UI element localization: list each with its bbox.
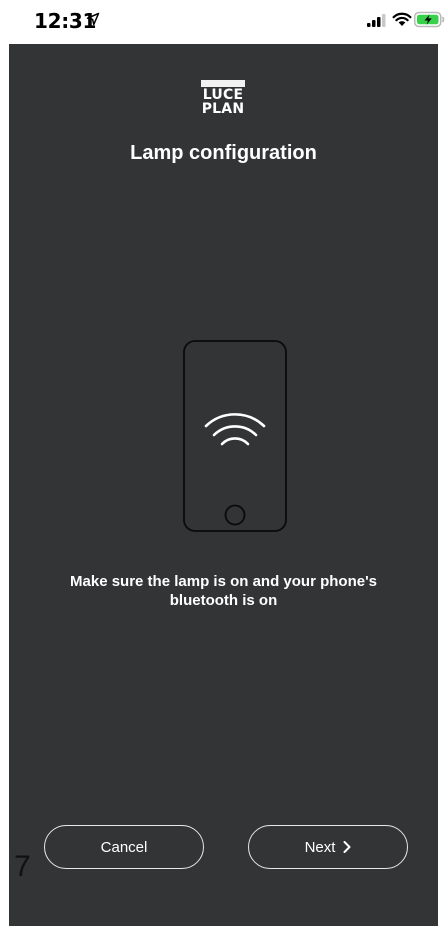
battery-charging-icon [414, 11, 445, 28]
logo-line-2: PLAN [201, 101, 245, 117]
phone-bluetooth-icon [183, 340, 287, 532]
next-button[interactable]: Next [248, 825, 408, 869]
instruction-text: Make sure the lamp is on and your phone'… [70, 573, 377, 609]
location-arrow-icon [86, 12, 100, 26]
logo-bar [201, 80, 245, 87]
cellular-signal-icon [367, 14, 386, 27]
cancel-button[interactable]: Cancel [44, 825, 204, 869]
page-number: 7 [14, 850, 31, 883]
status-bar: 12:31 [0, 0, 447, 44]
cancel-label: Cancel [100, 838, 148, 856]
next-label: Next [304, 838, 336, 856]
wifi-icon [392, 12, 412, 26]
page-title: Lamp configuration [130, 142, 317, 164]
logo-line-1: LUCE [202, 87, 244, 103]
luceplan-logo: LUCE PLAN [201, 80, 245, 116]
chevron-right-icon [343, 841, 351, 853]
app-screen: LUCE PLAN Lamp configuration Make sure t… [9, 44, 438, 926]
